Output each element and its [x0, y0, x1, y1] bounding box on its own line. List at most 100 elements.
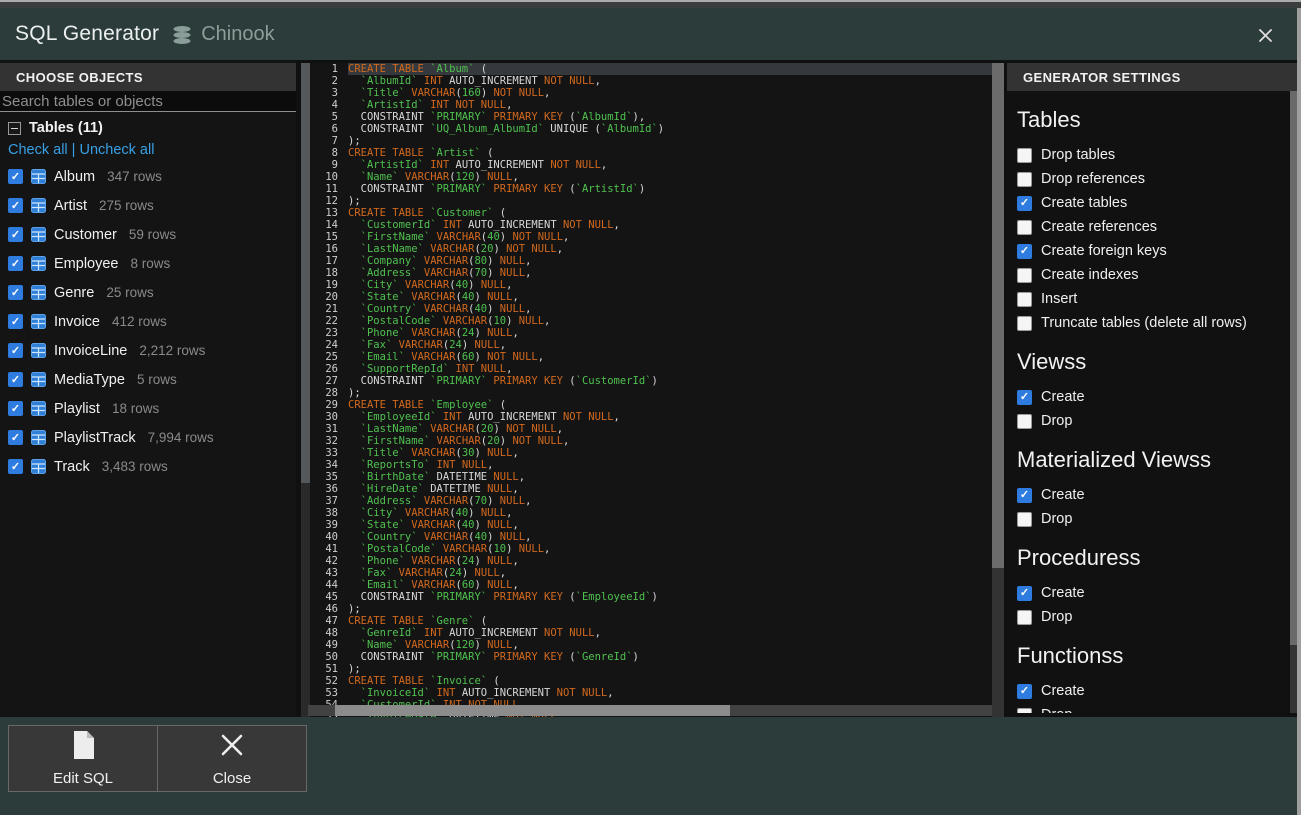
code-line: 47CREATE TABLE `Genre` (: [308, 615, 992, 627]
table-list-scrollbar[interactable]: [301, 63, 310, 717]
link-separator: |: [72, 142, 76, 158]
table-row[interactable]: Album347 rows: [0, 162, 296, 191]
settings-checkbox[interactable]: [1017, 292, 1032, 307]
settings-option[interactable]: Create: [1017, 385, 1290, 409]
settings-checkbox[interactable]: [1017, 414, 1032, 429]
close-icon[interactable]: [1255, 25, 1275, 45]
settings-checkbox[interactable]: [1017, 708, 1032, 714]
settings-option[interactable]: Drop: [1017, 507, 1290, 531]
tables-tree-label: Tables (11): [29, 120, 103, 136]
settings-option[interactable]: Drop: [1017, 409, 1290, 433]
search-input[interactable]: [0, 91, 296, 112]
settings-checkbox[interactable]: [1017, 268, 1032, 283]
code-text: `FirstName` VARCHAR(40) NOT NULL,: [348, 231, 992, 243]
line-number: 47: [308, 615, 348, 627]
table-checkbox[interactable]: [8, 459, 23, 474]
table-icon: [31, 430, 46, 445]
table-checkbox[interactable]: [8, 314, 23, 329]
settings-checkbox[interactable]: [1017, 684, 1032, 699]
table-checkbox[interactable]: [8, 169, 23, 184]
table-row[interactable]: Artist275 rows: [0, 191, 296, 220]
code-line: 12);: [308, 195, 992, 207]
collapse-icon[interactable]: [8, 122, 21, 135]
editor-horizontal-scrollbar[interactable]: [308, 705, 992, 716]
table-row[interactable]: Genre25 rows: [0, 278, 296, 307]
code-text: `Email` VARCHAR(60) NULL,: [348, 579, 992, 591]
table-checkbox[interactable]: [8, 401, 23, 416]
check-all-link[interactable]: Check all: [8, 142, 68, 158]
settings-checkbox[interactable]: [1017, 390, 1032, 405]
table-row[interactable]: Track3,483 rows: [0, 452, 296, 481]
table-row[interactable]: Invoice412 rows: [0, 307, 296, 336]
settings-checkbox[interactable]: [1017, 172, 1032, 187]
line-number: 14: [308, 219, 348, 231]
code-line: 5 CONSTRAINT `PRIMARY` PRIMARY KEY (`Alb…: [308, 111, 992, 123]
table-row[interactable]: PlaylistTrack7,994 rows: [0, 423, 296, 452]
settings-checkbox[interactable]: [1017, 586, 1032, 601]
settings-option[interactable]: Create: [1017, 581, 1290, 605]
settings-option[interactable]: Truncate tables (delete all rows): [1017, 311, 1290, 335]
choose-objects-panel: CHOOSE OBJECTS Tables (11) Check all | U…: [0, 60, 296, 717]
code-line: 24 `Fax` VARCHAR(24) NULL,: [308, 339, 992, 351]
sql-preview-editor[interactable]: 1CREATE TABLE `Album` (2 `AlbumId` INT A…: [308, 63, 992, 717]
table-icon: [31, 459, 46, 474]
line-number: 36: [308, 483, 348, 495]
code-line: 45 CONSTRAINT `PRIMARY` PRIMARY KEY (`Em…: [308, 591, 992, 603]
edit-sql-button[interactable]: Edit SQL: [8, 725, 158, 792]
settings-checkbox[interactable]: [1017, 316, 1032, 331]
settings-option-label: Create tables: [1041, 195, 1127, 211]
settings-option[interactable]: Create foreign keys: [1017, 239, 1290, 263]
table-row[interactable]: Customer59 rows: [0, 220, 296, 249]
generator-settings-panel: TablesDrop tablesDrop referencesCreate t…: [1007, 91, 1290, 713]
editor-vertical-scrollbar[interactable]: [992, 63, 1004, 717]
line-number: 10: [308, 171, 348, 183]
line-number: 28: [308, 387, 348, 399]
code-line: 3 `Title` VARCHAR(160) NOT NULL,: [308, 87, 992, 99]
code-text: `BirthDate` DATETIME NULL,: [348, 471, 992, 483]
table-checkbox[interactable]: [8, 343, 23, 358]
edit-sql-label: Edit SQL: [53, 770, 113, 787]
table-row-count: 7,994 rows: [148, 430, 214, 445]
settings-option[interactable]: Drop: [1017, 605, 1290, 629]
settings-option[interactable]: Create references: [1017, 215, 1290, 239]
table-row[interactable]: InvoiceLine2,212 rows: [0, 336, 296, 365]
settings-option[interactable]: Create indexes: [1017, 263, 1290, 287]
window-edge-right: [1297, 0, 1301, 815]
settings-checkbox[interactable]: [1017, 610, 1032, 625]
table-checkbox[interactable]: [8, 198, 23, 213]
settings-checkbox[interactable]: [1017, 244, 1032, 259]
settings-option[interactable]: Insert: [1017, 287, 1290, 311]
settings-checkbox[interactable]: [1017, 196, 1032, 211]
table-checkbox[interactable]: [8, 372, 23, 387]
uncheck-all-link[interactable]: Uncheck all: [79, 142, 154, 158]
settings-option[interactable]: Drop references: [1017, 167, 1290, 191]
close-button[interactable]: Close: [157, 725, 307, 792]
table-row[interactable]: Employee8 rows: [0, 249, 296, 278]
settings-option[interactable]: Create: [1017, 483, 1290, 507]
settings-option[interactable]: Drop: [1017, 703, 1290, 713]
settings-option-label: Insert: [1041, 291, 1077, 307]
table-checkbox[interactable]: [8, 256, 23, 271]
code-line: 51);: [308, 663, 992, 675]
table-checkbox[interactable]: [8, 430, 23, 445]
settings-checkbox[interactable]: [1017, 488, 1032, 503]
settings-option[interactable]: Create tables: [1017, 191, 1290, 215]
code-line: 23 `Phone` VARCHAR(24) NULL,: [308, 327, 992, 339]
settings-option[interactable]: Drop tables: [1017, 143, 1290, 167]
code-text: `City` VARCHAR(40) NULL,: [348, 279, 992, 291]
tables-tree-header[interactable]: Tables (11): [8, 120, 103, 136]
table-row[interactable]: MediaType5 rows: [0, 365, 296, 394]
settings-option[interactable]: Create: [1017, 679, 1290, 703]
table-checkbox[interactable]: [8, 227, 23, 242]
table-row[interactable]: Playlist18 rows: [0, 394, 296, 423]
settings-option-label: Drop references: [1041, 171, 1145, 187]
settings-checkbox[interactable]: [1017, 512, 1032, 527]
code-line: 8CREATE TABLE `Artist` (: [308, 147, 992, 159]
settings-checkbox[interactable]: [1017, 148, 1032, 163]
line-number: 20: [308, 291, 348, 303]
table-row-count: 8 rows: [130, 256, 170, 271]
code-line: 38 `City` VARCHAR(40) NULL,: [308, 507, 992, 519]
sql-generator-dialog: SQL Generator Chinook CHOOSE OBJECTS Tab…: [0, 0, 1301, 815]
table-checkbox[interactable]: [8, 285, 23, 300]
settings-checkbox[interactable]: [1017, 220, 1032, 235]
